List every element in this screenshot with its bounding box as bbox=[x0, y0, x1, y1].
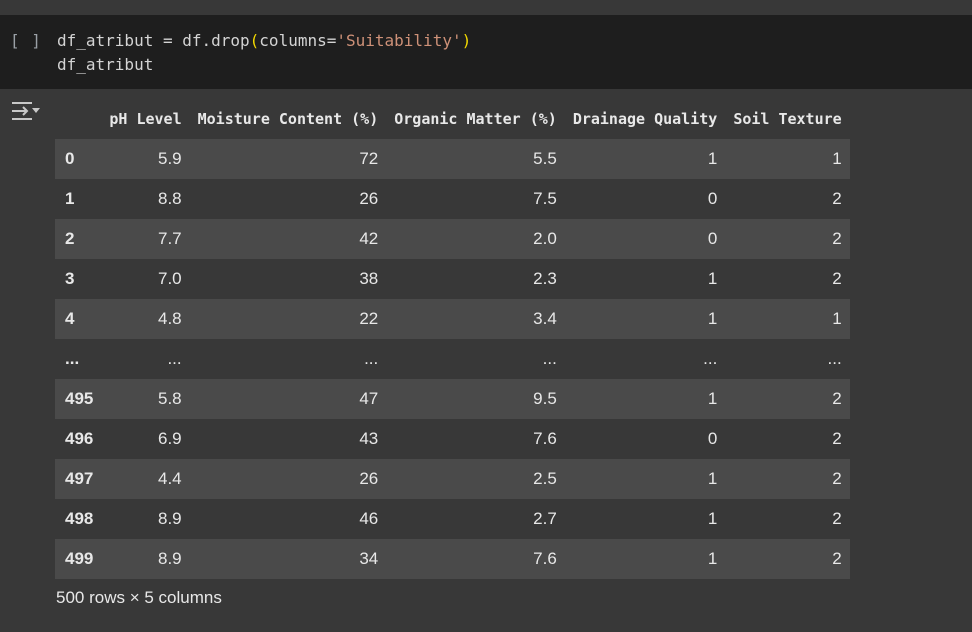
row-index: 3 bbox=[55, 259, 102, 299]
column-header: pH Level bbox=[101, 99, 190, 139]
table-cell: 8.9 bbox=[101, 539, 190, 579]
table-cell: 2 bbox=[725, 539, 850, 579]
row-index: 2 bbox=[55, 219, 102, 259]
table-row: 4 4.8 22 3.4 1 1 bbox=[55, 299, 850, 339]
table-row: 495 5.8 47 9.5 1 2 bbox=[55, 379, 850, 419]
table-cell: 26 bbox=[189, 459, 387, 499]
run-cell-button[interactable]: [ ] bbox=[10, 31, 42, 50]
row-index: ... bbox=[55, 339, 102, 379]
row-count-label: 500 rows × 5 columns bbox=[56, 588, 222, 607]
table-cell: 34 bbox=[189, 539, 387, 579]
table-cell: 5.9 bbox=[101, 139, 190, 179]
table-cell: 38 bbox=[189, 259, 387, 299]
code-token-paren: ) bbox=[461, 31, 472, 50]
row-index: 495 bbox=[55, 379, 102, 419]
row-index: 499 bbox=[55, 539, 102, 579]
table-cell: 1 bbox=[564, 299, 726, 339]
table-row: 499 8.9 34 7.6 1 2 bbox=[55, 539, 850, 579]
row-index: 1 bbox=[55, 179, 102, 219]
table-cell: 1 bbox=[564, 379, 726, 419]
table-cell: 0 bbox=[564, 419, 726, 459]
row-index: 498 bbox=[55, 499, 102, 539]
table-row: 0 5.9 72 5.5 1 1 bbox=[55, 139, 850, 179]
dataframe-table: pH Level Moisture Content (%) Organic Matt… bbox=[55, 99, 850, 579]
row-index: 0 bbox=[55, 139, 102, 179]
table-cell: ... bbox=[564, 339, 726, 379]
top-strip bbox=[0, 0, 972, 15]
table-cell: 2 bbox=[725, 379, 850, 419]
table-cell: 2 bbox=[725, 259, 850, 299]
code-line-2: df_atribut bbox=[57, 55, 154, 74]
table-cell: 3.4 bbox=[386, 299, 565, 339]
table-cell: 43 bbox=[189, 419, 387, 459]
table-cell: 5.5 bbox=[386, 139, 565, 179]
table-cell: 72 bbox=[189, 139, 387, 179]
table-cell: 7.6 bbox=[386, 419, 565, 459]
table-cell: 1 bbox=[564, 139, 726, 179]
column-header: Moisture Content (%) bbox=[189, 99, 387, 139]
table-cell: 2 bbox=[725, 419, 850, 459]
table-cell: ... bbox=[101, 339, 190, 379]
table-cell: 2 bbox=[725, 499, 850, 539]
table-cell: 1 bbox=[564, 539, 726, 579]
column-header: Drainage Quality bbox=[564, 99, 726, 139]
code-cell[interactable]: [ ] df_atribut = df.drop(columns='Suitab… bbox=[0, 15, 972, 89]
table-row: .................. bbox=[55, 339, 850, 379]
table-cell: 5.8 bbox=[101, 379, 190, 419]
table-cell: 7.0 bbox=[101, 259, 190, 299]
output-toggle-icon[interactable] bbox=[10, 99, 40, 123]
table-cell: 6.9 bbox=[101, 419, 190, 459]
table-cell: 2 bbox=[725, 179, 850, 219]
code-editor[interactable]: df_atribut = df.drop(columns='Suitabilit… bbox=[57, 29, 471, 77]
column-header: Soil Texture bbox=[725, 99, 850, 139]
table-cell: 8.8 bbox=[101, 179, 190, 219]
code-token-string: 'Suitability' bbox=[336, 31, 462, 50]
code-token-paren: ( bbox=[249, 31, 260, 50]
table-row: 3 7.0 38 2.3 1 2 bbox=[55, 259, 850, 299]
table-cell: 7.7 bbox=[101, 219, 190, 259]
table-cell: 2 bbox=[725, 459, 850, 499]
row-index: 497 bbox=[55, 459, 102, 499]
table-cell: 1 bbox=[725, 139, 850, 179]
table-cell: 2 bbox=[725, 219, 850, 259]
table-cell: 1 bbox=[725, 299, 850, 339]
table-cell: 2.3 bbox=[386, 259, 565, 299]
table-cell: 0 bbox=[564, 219, 726, 259]
row-index: 4 bbox=[55, 299, 102, 339]
table-cell: 1 bbox=[564, 259, 726, 299]
table-cell: 7.5 bbox=[386, 179, 565, 219]
table-cell: 4.8 bbox=[101, 299, 190, 339]
table-cell: 1 bbox=[564, 459, 726, 499]
table-row: 2 7.7 42 2.0 0 2 bbox=[55, 219, 850, 259]
row-index: 496 bbox=[55, 419, 102, 459]
table-cell: 4.4 bbox=[101, 459, 190, 499]
code-token: df_atribut = df.drop bbox=[57, 31, 250, 50]
table-cell: 0 bbox=[564, 179, 726, 219]
table-cell: 8.9 bbox=[101, 499, 190, 539]
table-cell: 42 bbox=[189, 219, 387, 259]
table-cell: 7.6 bbox=[386, 539, 565, 579]
column-header: Organic Matter (%) bbox=[386, 99, 565, 139]
index-header bbox=[55, 99, 102, 139]
table-row: 497 4.4 26 2.5 1 2 bbox=[55, 459, 850, 499]
table-cell: 2.0 bbox=[386, 219, 565, 259]
table-cell: ... bbox=[725, 339, 850, 379]
table-cell: 46 bbox=[189, 499, 387, 539]
table-row: 498 8.9 46 2.7 1 2 bbox=[55, 499, 850, 539]
table-header-row: pH Level Moisture Content (%) Organic Matt… bbox=[55, 99, 850, 139]
code-token: columns= bbox=[259, 31, 337, 50]
table-cell: 2.7 bbox=[386, 499, 565, 539]
table-cell: ... bbox=[189, 339, 387, 379]
table-row: 1 8.8 26 7.5 0 2 bbox=[55, 179, 850, 219]
table-cell: 26 bbox=[189, 179, 387, 219]
table-cell: 2.5 bbox=[386, 459, 565, 499]
table-cell: 47 bbox=[189, 379, 387, 419]
table-cell: ... bbox=[386, 339, 565, 379]
table-cell: 1 bbox=[564, 499, 726, 539]
table-cell: 22 bbox=[189, 299, 387, 339]
table-cell: 9.5 bbox=[386, 379, 565, 419]
table-row: 496 6.9 43 7.6 0 2 bbox=[55, 419, 850, 459]
table-body: 0 5.9 72 5.5 1 1 1 8.8 26 7.5 0 2 2 7.7 42 2.0 0 2 3 7.0 38 2… bbox=[55, 139, 850, 579]
